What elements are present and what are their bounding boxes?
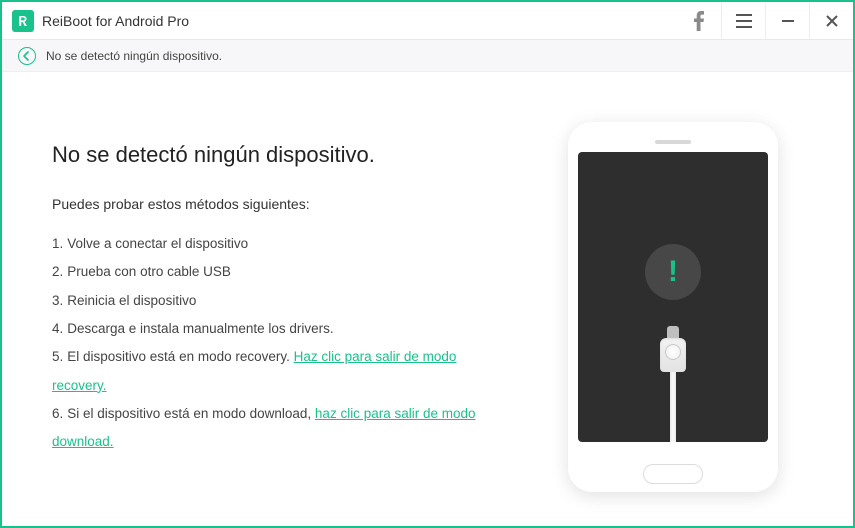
step-number: 5. <box>52 349 63 364</box>
alert-icon: ! <box>645 244 701 300</box>
main-heading: No se detectó ningún dispositivo. <box>52 142 513 168</box>
usb-plug-tip <box>667 326 679 338</box>
step-item: 6. Si el dispositivo está en modo downloa… <box>52 400 513 457</box>
instructions-panel: No se detectó ningún dispositivo. Puedes… <box>52 112 513 506</box>
phone-screen: ! <box>578 152 768 442</box>
step-number: 1. <box>52 236 63 251</box>
step-text: Descarga e instala manualmente los drive… <box>67 321 333 336</box>
sub-heading: Puedes probar estos métodos siguientes: <box>52 196 513 212</box>
steps-list: 1. Volve a conectar el dispositivo 2. Prue… <box>52 230 513 457</box>
step-item: 2. Prueba con otro cable USB <box>52 258 513 286</box>
step-text: El dispositivo está en modo recovery. <box>67 349 293 364</box>
usb-cable-icon <box>660 338 686 442</box>
phone-illustration: ! <box>568 122 778 492</box>
titlebar-right <box>677 2 853 39</box>
step-item: 3. Reinicia el dispositivo <box>52 287 513 315</box>
illustration-panel: ! <box>543 112 803 506</box>
usb-plug <box>660 338 686 372</box>
usb-plug-face <box>665 344 681 360</box>
menu-button[interactable] <box>721 2 765 39</box>
app-window: ReiBoot for Android Pro No se detectó ni… <box>0 0 855 528</box>
app-title: ReiBoot for Android Pro <box>42 13 189 29</box>
usb-cord <box>670 372 676 442</box>
back-button[interactable] <box>18 47 36 65</box>
content-area: No se detectó ningún dispositivo. Puedes… <box>2 72 853 526</box>
step-number: 6. <box>52 406 63 421</box>
titlebar: ReiBoot for Android Pro <box>2 2 853 40</box>
alert-exclamation: ! <box>668 255 678 289</box>
step-text: Si el dispositivo está en modo download, <box>67 406 315 421</box>
close-button[interactable] <box>809 2 853 39</box>
step-item: 5.El dispositivo está en modo recovery. … <box>52 343 513 400</box>
minimize-button[interactable] <box>765 2 809 39</box>
step-item: 1. Volve a conectar el dispositivo <box>52 230 513 258</box>
titlebar-left: ReiBoot for Android Pro <box>12 10 189 32</box>
status-message: No se detectó ningún dispositivo. <box>46 49 222 63</box>
step-number: 3. <box>52 293 63 308</box>
step-number: 2. <box>52 264 63 279</box>
phone-speaker <box>655 140 691 144</box>
step-text: Volve a conectar el dispositivo <box>67 236 248 251</box>
step-text: Prueba con otro cable USB <box>67 264 231 279</box>
facebook-button[interactable] <box>677 2 721 39</box>
app-logo-icon <box>12 10 34 32</box>
phone-home-button <box>643 464 703 484</box>
step-item: 4. Descarga e instala manualmente los dri… <box>52 315 513 343</box>
step-number: 4. <box>52 321 63 336</box>
status-bar: No se detectó ningún dispositivo. <box>2 40 853 72</box>
step-text: Reinicia el dispositivo <box>67 293 196 308</box>
